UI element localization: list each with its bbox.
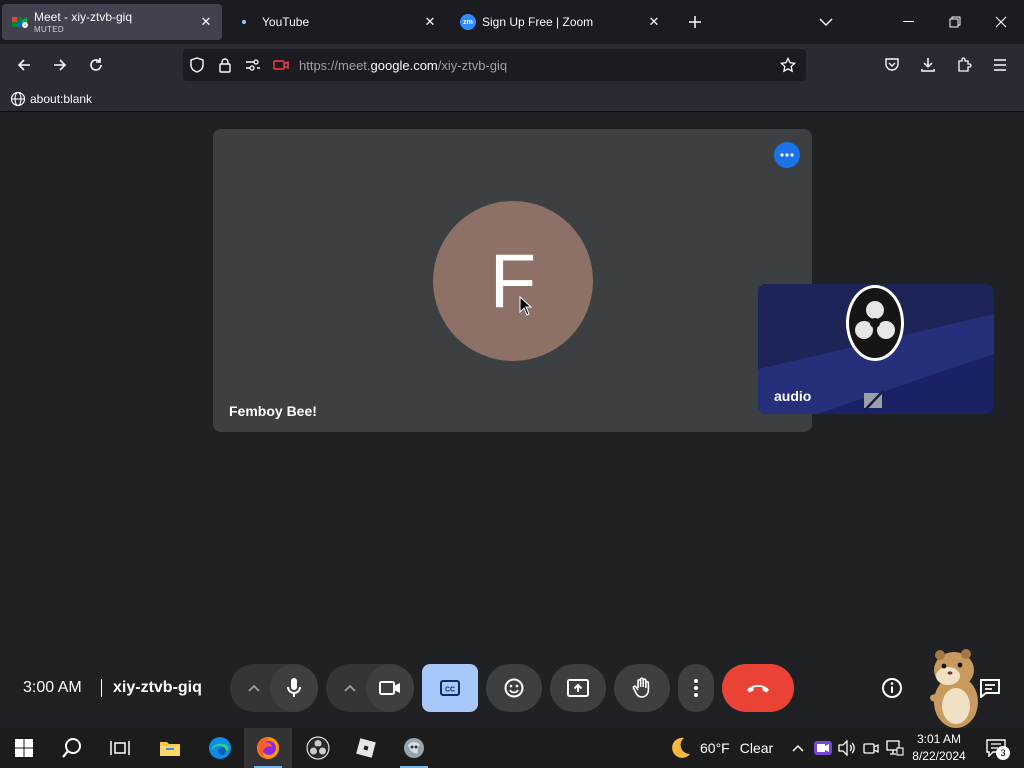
meeting-code: xiy-ztvb-giq [113,679,202,696]
downloads-icon[interactable] [912,49,944,81]
tab-zoom[interactable]: zm Sign Up Free | Zoom ✕ [450,4,670,40]
more-options-icon[interactable] [774,142,800,168]
meeting-details-button[interactable] [868,664,916,712]
roblox-icon[interactable] [342,728,390,768]
closed-captions-icon: CC [440,680,460,696]
divider [101,679,102,697]
raise-hand-icon [632,677,650,698]
list-tabs-chevron-icon[interactable] [812,8,840,36]
notification-count: 3 [996,746,1010,760]
raise-hand-button[interactable] [614,664,670,712]
network-icon[interactable] [884,728,906,768]
info-icon [882,678,902,698]
vertical-dots-icon [694,679,698,697]
smiley-icon [504,678,524,698]
bookmark-star-icon[interactable] [774,49,802,81]
restore-icon[interactable] [932,0,978,44]
video-camera-icon [379,681,400,695]
obs-studio-icon[interactable] [294,728,342,768]
clock-date: 8/22/2024 [912,749,966,763]
loading-dot-icon [236,14,252,30]
meeting-time: 3:00 AM [23,679,82,696]
url-text: https://meet.google.com/xiy-ztvb-giq [299,57,508,73]
search-icon[interactable] [48,728,96,768]
hamster-sticker-icon [930,649,978,728]
close-window-icon[interactable] [978,0,1024,44]
pocket-icon[interactable] [876,49,908,81]
moon-icon [672,737,690,758]
meet-stage: F Femboy Bee! audio [0,112,1024,728]
show-hidden-icons-chevron-icon[interactable] [788,728,808,768]
svg-text:CC: CC [445,687,455,694]
weather-widget[interactable]: 60°F Clear [668,728,773,768]
tab-title: Sign Up Free | Zoom [482,15,594,29]
lock-icon[interactable] [211,49,239,81]
close-tab-icon[interactable]: ✕ [420,12,440,32]
microphone-button[interactable] [270,664,318,712]
close-tab-icon[interactable]: ✕ [196,12,216,32]
task-view-icon[interactable] [96,728,144,768]
minimize-icon[interactable] [886,0,932,44]
url-bar[interactable]: https://meet.google.com/xiy-ztvb-giq [183,49,806,81]
taskbar-clock[interactable]: 3:01 AM 8/22/2024 [906,731,972,765]
meet-now-icon[interactable] [860,728,882,768]
camera-button[interactable] [366,664,414,712]
tab-title: Meet - xiy-ztvb-giq [34,10,133,24]
extensions-icon[interactable] [948,49,980,81]
tracking-shield-icon[interactable] [183,49,211,81]
tab-muted-label: MUTED [34,25,64,34]
clock-time: 3:01 AM [916,732,962,746]
mouse-cursor-icon [519,296,533,316]
bookmark-about-blank[interactable]: about:blank [10,89,92,109]
forward-arrow-icon[interactable] [44,49,76,81]
menu-hamburger-icon[interactable] [984,49,1016,81]
permissions-icon[interactable] [239,49,267,81]
self-view-name: audio [774,388,812,404]
meeting-controls-bar: 3:00 AM xiy-ztvb-giq CC [0,652,1024,728]
audio-options-chevron-icon[interactable] [234,664,274,712]
back-arrow-icon[interactable] [8,49,40,81]
present-screen-button[interactable] [550,664,606,712]
windows-taskbar: 60°F Clear 3:01 AM 8/22/2024 3 [0,728,1024,768]
tab-meet[interactable]: Meet - xiy-ztvb-giq MUTED ✕ [2,4,222,40]
close-tab-icon[interactable]: ✕ [644,12,664,32]
weather-temperature: 60°F [700,740,730,756]
navigation-toolbar: https://meet.google.com/xiy-ztvb-giq [0,44,1024,86]
emoji-reaction-button[interactable] [486,664,542,712]
self-view-tile[interactable]: audio [758,284,994,414]
meet-favicon-icon [12,14,28,30]
video-options-chevron-icon[interactable] [330,664,370,712]
leave-call-button[interactable] [722,664,794,712]
volume-icon[interactable] [836,728,858,768]
app-icon[interactable] [390,728,438,768]
zoom-favicon-icon: zm [460,14,476,30]
tab-title: YouTube [262,15,310,29]
firefox-browser-icon[interactable] [244,728,292,768]
globe-icon [10,91,26,107]
obs-logo-icon [846,285,904,361]
tab-youtube[interactable]: YouTube ✕ [226,4,446,40]
file-explorer-icon[interactable] [146,728,194,768]
windows-start-icon[interactable] [0,728,48,768]
hang-up-phone-icon [747,685,769,693]
more-options-button[interactable] [678,664,714,712]
notification-center-icon[interactable]: 3 [982,734,1010,762]
camera-off-icon [864,390,884,411]
microphone-icon [287,678,301,697]
present-screen-icon [567,679,589,697]
edge-browser-icon[interactable] [196,728,244,768]
weather-condition: Clear [739,740,774,756]
participant-name: Femboy Bee! [229,403,317,419]
participant-avatar: F [433,201,593,361]
new-tab-icon[interactable] [681,8,709,36]
captions-button[interactable]: CC [422,664,478,712]
meet-tray-camera-icon[interactable] [812,728,834,768]
bookmarks-toolbar: about:blank [0,86,1024,112]
bookmark-label: about:blank [30,92,93,106]
camera-sharing-icon[interactable] [267,49,295,81]
participant-tile[interactable]: F Femboy Bee! [213,129,812,432]
tab-strip: Meet - xiy-ztvb-giq MUTED ✕ YouTube ✕ zm… [0,0,1024,44]
reload-icon[interactable] [80,49,112,81]
